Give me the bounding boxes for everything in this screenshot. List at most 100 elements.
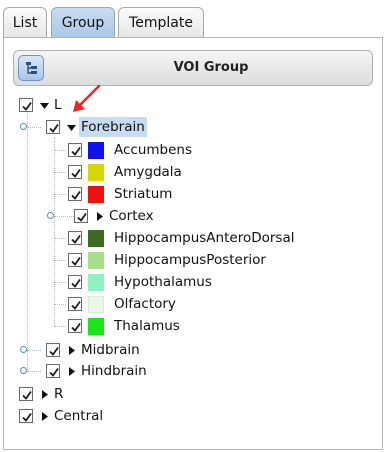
tree-node-olfactory[interactable]: Olfactory	[68, 294, 178, 314]
checkbox-checked[interactable]	[19, 409, 33, 423]
checkbox-checked[interactable]	[74, 209, 88, 223]
checkbox-checked[interactable]	[68, 165, 82, 179]
tree-node-hypothalamus[interactable]: Hypothalamus	[68, 272, 214, 292]
node-label: HippocampusAnteroDorsal	[114, 230, 295, 246]
tab-list[interactable]: List	[3, 7, 47, 38]
node-label: L	[54, 97, 62, 113]
tree-line	[27, 113, 28, 370]
tree-line	[54, 326, 66, 327]
check-icon	[49, 346, 59, 356]
expand-handle-forebrain[interactable]	[20, 123, 27, 130]
expand-handle-cortex[interactable]	[47, 212, 54, 219]
tree-line	[54, 150, 66, 151]
check-icon	[71, 300, 81, 310]
tree-line	[54, 172, 66, 173]
check-icon	[49, 367, 59, 377]
check-icon	[71, 256, 81, 266]
check-icon	[22, 390, 32, 400]
node-label: Striatum	[114, 186, 173, 202]
node-label: Amygdala	[114, 164, 182, 180]
check-icon	[71, 190, 81, 200]
node-label: Midbrain	[81, 342, 140, 358]
tree-node-hippocampus-anterodorsal[interactable]: HippocampusAnteroDorsal	[68, 228, 296, 248]
tree-node-thalamus[interactable]: Thalamus	[68, 316, 182, 336]
check-icon	[71, 322, 81, 332]
expand-handle-hindbrain[interactable]	[20, 367, 27, 374]
tree-line	[54, 216, 74, 217]
tree-line	[54, 260, 66, 261]
tree-line	[54, 194, 66, 195]
checkbox-checked[interactable]	[68, 297, 82, 311]
tree-node-central[interactable]: Central	[19, 406, 105, 426]
collapsed-triangle-icon[interactable]	[66, 345, 77, 356]
node-label: Central	[54, 408, 104, 424]
tab-template[interactable]: Template	[118, 7, 204, 38]
tree-node-midbrain[interactable]: Midbrain	[46, 340, 142, 360]
check-icon	[49, 123, 59, 133]
checkbox-checked[interactable]	[68, 231, 82, 245]
checkbox-checked[interactable]	[68, 275, 82, 289]
check-icon	[77, 212, 87, 222]
color-swatch	[88, 141, 104, 159]
tree-node-cortex[interactable]: Cortex	[74, 206, 156, 226]
check-icon	[71, 146, 81, 156]
checkbox-checked[interactable]	[68, 187, 82, 201]
tree-line	[27, 127, 41, 128]
tree-line	[54, 238, 66, 239]
collapsed-triangle-icon[interactable]	[39, 411, 50, 422]
check-icon	[22, 412, 32, 422]
checkbox-checked[interactable]	[46, 343, 60, 357]
node-label: Cortex	[109, 208, 154, 224]
node-label: Forebrain	[79, 117, 147, 137]
tree-node-r[interactable]: R	[19, 384, 65, 404]
collapsed-triangle-icon[interactable]	[94, 211, 105, 222]
checkbox-checked[interactable]	[46, 120, 60, 134]
check-icon	[71, 168, 81, 178]
tree-node-amygdala[interactable]: Amygdala	[68, 162, 184, 182]
node-label: Accumbens	[114, 142, 193, 158]
color-swatch	[88, 251, 104, 269]
tree-line	[27, 371, 41, 372]
color-swatch	[88, 317, 104, 335]
check-icon	[22, 101, 32, 111]
tree-line	[54, 282, 66, 283]
group-options-button[interactable]	[18, 55, 44, 81]
checkbox-checked[interactable]	[68, 319, 82, 333]
node-label: Hindbrain	[81, 363, 147, 379]
tree-node-striatum[interactable]: Striatum	[68, 184, 174, 204]
annotation-arrow-icon	[73, 84, 101, 112]
node-label: HippocampusPosterior	[114, 252, 266, 268]
tab-group[interactable]: Group	[51, 7, 115, 38]
expand-handle-midbrain[interactable]	[20, 346, 27, 353]
checkbox-checked[interactable]	[68, 143, 82, 157]
color-swatch	[88, 163, 104, 181]
color-swatch	[88, 295, 104, 313]
tree-structure-icon	[26, 62, 37, 74]
tree-line	[54, 137, 55, 327]
node-label: Thalamus	[114, 318, 180, 334]
checkbox-checked[interactable]	[46, 364, 60, 378]
tree-node-hippocampus-posterior[interactable]: HippocampusPosterior	[68, 250, 268, 270]
tab-bar: List Group Template	[0, 0, 385, 38]
tree-node-hindbrain[interactable]: Hindbrain	[46, 361, 149, 381]
check-icon	[71, 234, 81, 244]
color-swatch	[88, 229, 104, 247]
tree-line	[54, 304, 66, 305]
node-label: Hypothalamus	[114, 274, 212, 290]
tree-node-accumbens[interactable]: Accumbens	[68, 140, 194, 160]
node-label: R	[54, 386, 64, 402]
tree-node-forebrain[interactable]: Forebrain	[46, 117, 147, 137]
checkbox-checked[interactable]	[19, 98, 33, 112]
voi-group-header: VOI Group	[13, 50, 373, 86]
checkbox-checked[interactable]	[19, 387, 33, 401]
tree-node-l[interactable]: L	[19, 95, 64, 115]
checkbox-checked[interactable]	[68, 253, 82, 267]
color-swatch	[88, 185, 104, 203]
collapsed-triangle-icon[interactable]	[39, 389, 50, 400]
expanded-triangle-icon[interactable]	[39, 100, 50, 111]
panel-title: VOI Group	[173, 60, 249, 75]
node-label: Olfactory	[114, 296, 176, 312]
tree-line	[27, 350, 41, 351]
expanded-triangle-icon[interactable]	[66, 122, 77, 133]
collapsed-triangle-icon[interactable]	[66, 366, 77, 377]
